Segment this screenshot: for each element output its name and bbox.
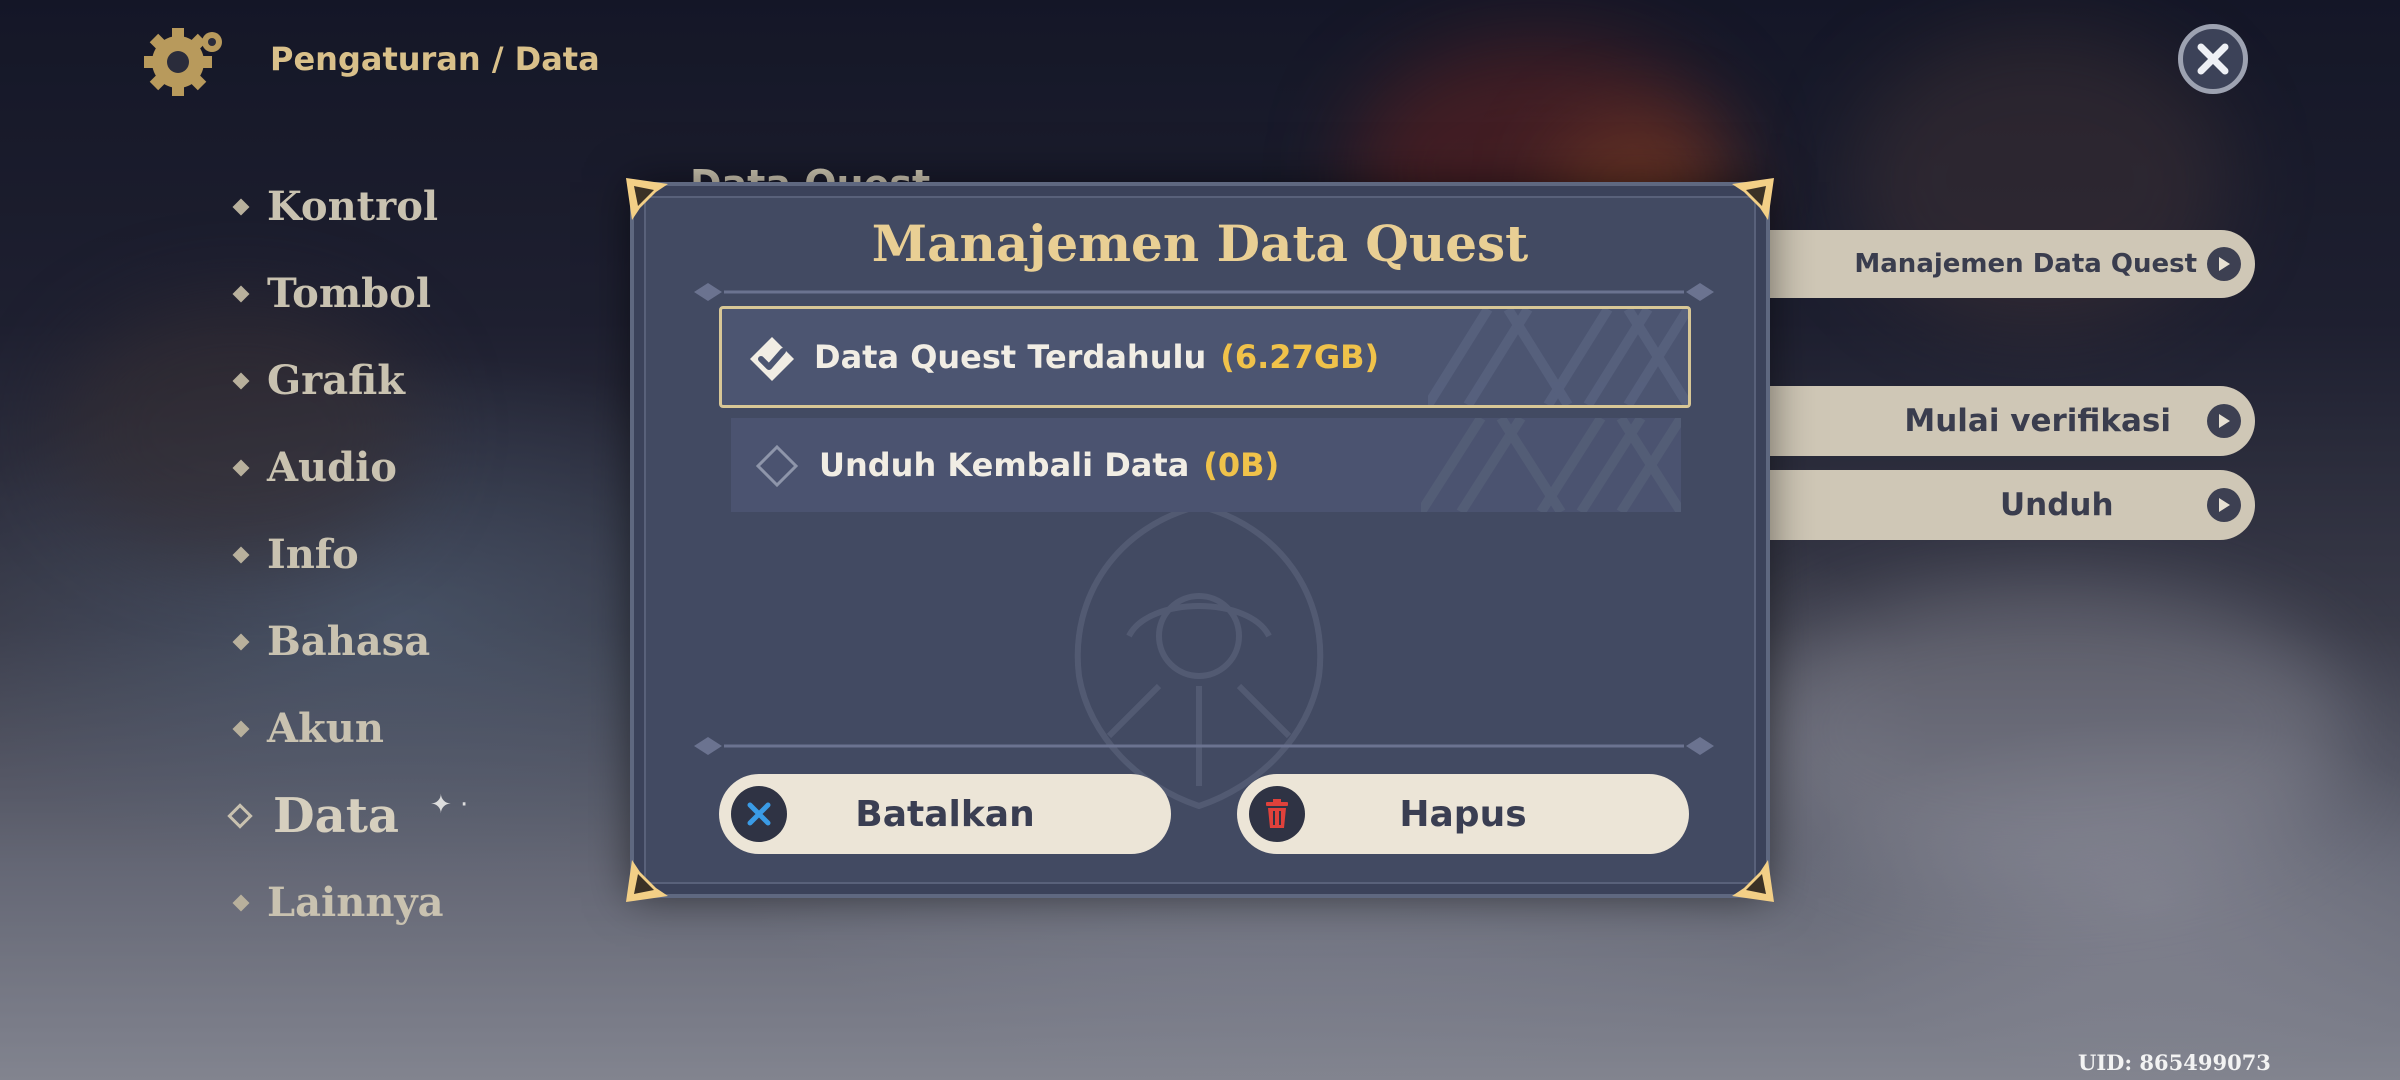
sidebar-item-label: Tombol [267, 270, 432, 317]
delete-button[interactable]: Hapus [1237, 774, 1689, 854]
option-label: Data Quest Terdahulu (6.27GB) [814, 338, 1380, 376]
button-label: Hapus [1399, 793, 1527, 835]
sidebar-item-label: Audio [267, 444, 397, 491]
uid-label: UID: 865499073 [2078, 1050, 2271, 1075]
sidebar-item-label: Bahasa [267, 618, 431, 665]
diamond-bullet-icon [232, 372, 250, 389]
pattern-decoration [1428, 309, 1688, 405]
arrow-right-icon [2207, 488, 2241, 522]
option-size: (0B) [1203, 446, 1280, 484]
settings-sidebar: Kontrol Tombol Grafik Audio Info Bahasa … [227, 163, 444, 946]
sidebar-item-kontrol[interactable]: Kontrol [232, 163, 444, 250]
option-size: (6.27GB) [1220, 338, 1380, 376]
dialog-title: Manajemen Data Quest [871, 214, 1529, 273]
sidebar-item-label: Grafik [267, 357, 405, 404]
option-label: Unduh Kembali Data (0B) [819, 446, 1280, 484]
trash-icon [1249, 786, 1305, 842]
button-label: Mulai verifikasi [1904, 403, 2171, 439]
button-label: Manajemen Data Quest [1854, 249, 2197, 279]
download-button[interactable]: Unduh [1770, 470, 2255, 540]
manage-quest-data-button[interactable]: Manajemen Data Quest [1770, 230, 2255, 298]
button-label: Unduh [2000, 487, 2114, 523]
close-button[interactable] [2178, 24, 2248, 94]
sidebar-item-grafik[interactable]: Grafik [232, 337, 444, 424]
sidebar-item-data[interactable]: Data [227, 772, 444, 859]
checkbox-empty-icon [755, 444, 799, 488]
breadcrumb: Pengaturan / Data [270, 40, 600, 78]
diamond-bullet-icon [232, 285, 250, 302]
sidebar-item-tombol[interactable]: Tombol [232, 250, 444, 337]
pattern-decoration [1421, 418, 1681, 512]
diamond-bullet-icon [232, 198, 250, 215]
sidebar-item-label: Kontrol [267, 183, 439, 230]
corner-ornament-icon [626, 860, 668, 902]
sidebar-item-label: Info [267, 531, 359, 578]
arrow-right-icon [2207, 247, 2241, 281]
diamond-bullet-icon [232, 633, 250, 650]
sidebar-item-info[interactable]: Info [232, 511, 444, 598]
cancel-x-icon [731, 786, 787, 842]
sidebar-item-label: Akun [267, 705, 384, 752]
gear-icon [140, 22, 230, 102]
quest-data-dialog: Manajemen Data Quest Data Quest Terdahul… [626, 178, 1774, 902]
divider-ornament [694, 737, 1714, 755]
button-label: Batalkan [855, 793, 1035, 835]
sidebar-item-bahasa[interactable]: Bahasa [232, 598, 444, 685]
checkbox-checked-icon [750, 337, 794, 381]
sidebar-item-akun[interactable]: Akun [232, 685, 444, 772]
sidebar-item-lainnya[interactable]: Lainnya [232, 859, 444, 946]
sidebar-item-audio[interactable]: Audio [232, 424, 444, 511]
arrow-right-icon [2207, 404, 2241, 438]
close-icon [2197, 43, 2229, 75]
sidebar-item-label: Lainnya [267, 879, 444, 926]
diamond-bullet-icon [232, 720, 250, 737]
cancel-button[interactable]: Batalkan [719, 774, 1171, 854]
diamond-bullet-icon [232, 894, 250, 911]
corner-ornament-icon [1732, 860, 1774, 902]
start-verification-button[interactable]: Mulai verifikasi [1770, 386, 2255, 456]
diamond-bullet-icon [232, 546, 250, 563]
diamond-bullet-icon [232, 459, 250, 476]
option-previous-quest-data[interactable]: Data Quest Terdahulu (6.27GB) [719, 306, 1691, 408]
option-redownload-data[interactable]: Unduh Kembali Data (0B) [731, 418, 1681, 512]
sparkle-icon: ✦ · [430, 790, 469, 820]
divider-ornament [694, 283, 1714, 301]
sidebar-item-label: Data [273, 787, 399, 844]
